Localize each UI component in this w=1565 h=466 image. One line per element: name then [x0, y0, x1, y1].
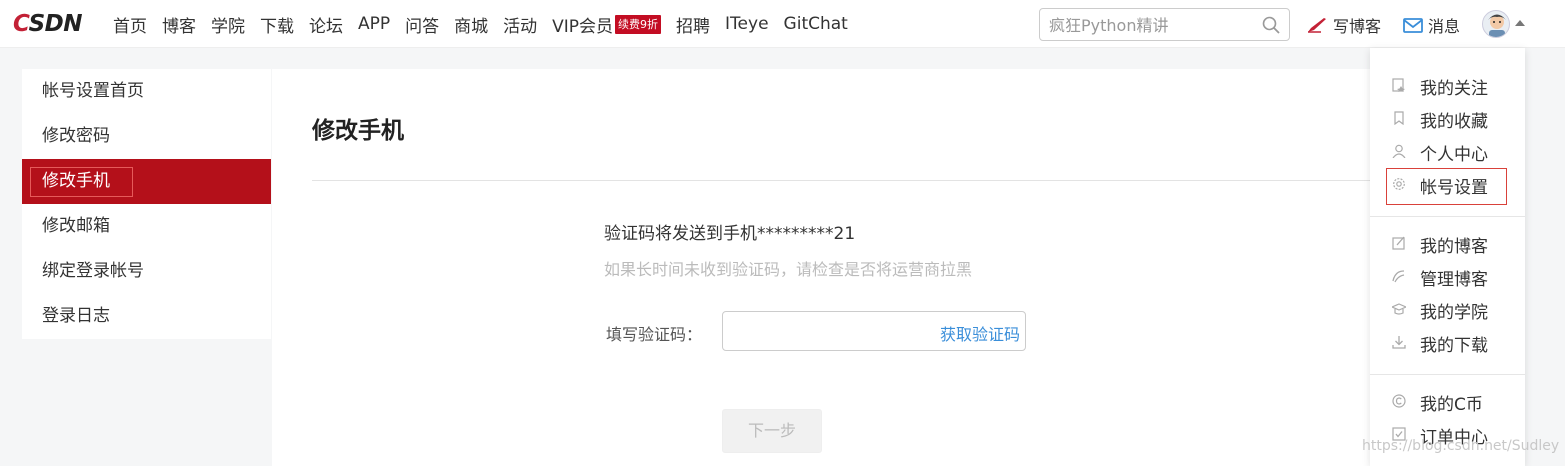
avatar-face-icon — [1488, 14, 1506, 37]
write-blog-button[interactable]: 写博客 — [1307, 13, 1381, 37]
focus-outline — [30, 167, 133, 197]
watermark: https://blog.csdn.net/Sudley — [1362, 438, 1560, 454]
nav-item-app[interactable]: APP — [358, 14, 390, 34]
edit-icon — [1392, 236, 1405, 250]
menu-divider — [1370, 216, 1525, 217]
top-navbar: CSDN 首页 博客 学院 下载 论坛 APP 问答 商城 活动 VIP会员 续… — [0, 0, 1565, 48]
menu-item-label: 我的C币 — [1420, 395, 1483, 415]
nav-item-mall[interactable]: 商城 — [454, 12, 488, 37]
bookmark-icon — [1394, 111, 1404, 125]
nav-item-download[interactable]: 下载 — [260, 12, 294, 37]
get-code-button[interactable]: 获取验证码 — [940, 321, 1020, 345]
sidebar-item-bind-account[interactable]: 绑定登录帐号 — [22, 249, 271, 294]
verification-code-field: 获取验证码 — [722, 311, 1026, 351]
nav-item-forum[interactable]: 论坛 — [309, 12, 343, 37]
menu-item-label: 我的下载 — [1420, 336, 1488, 356]
sidebar-item-login-log[interactable]: 登录日志 — [22, 294, 271, 339]
focus-outline — [1386, 168, 1507, 205]
manage-icon — [1392, 270, 1405, 283]
messages-button[interactable]: 消息 — [1403, 13, 1460, 37]
account-sidebar: 帐号设置首页 修改密码 修改手机 修改邮箱 绑定登录帐号 登录日志 — [22, 69, 271, 339]
menu-item-my-blog[interactable]: 我的博客 — [1370, 228, 1525, 258]
messages-label: 消息 — [1428, 17, 1461, 36]
main-nav: 首页 博客 学院 下载 论坛 APP 问答 商城 活动 VIP会员 续费9折 招… — [113, 0, 863, 48]
menu-item-follow[interactable]: 我的关注 — [1370, 70, 1525, 100]
menu-divider — [1370, 374, 1525, 375]
sidebar-item-change-phone[interactable]: 修改手机 — [22, 159, 271, 204]
sidebar-item-change-email[interactable]: 修改邮箱 — [22, 204, 271, 249]
sms-hint-text: 如果长时间未收到验证码，请检查是否将运营商拉黑 — [604, 260, 973, 279]
nav-item-gitchat[interactable]: GitChat — [784, 14, 848, 34]
menu-item-label: 我的收藏 — [1420, 112, 1488, 132]
nav-item-blog[interactable]: 博客 — [162, 12, 196, 37]
next-step-button[interactable]: 下一步 — [722, 409, 822, 453]
sidebar-item-account-home[interactable]: 帐号设置首页 — [22, 69, 271, 114]
search-input[interactable] — [1049, 15, 1249, 35]
nav-item-jobs[interactable]: 招聘 — [676, 12, 710, 37]
nav-item-qa[interactable]: 问答 — [405, 12, 439, 37]
nav-item-edu[interactable]: 学院 — [211, 12, 245, 37]
verification-code-label: 填写验证码： — [606, 325, 703, 344]
caret-up-icon[interactable] — [1515, 20, 1525, 26]
nav-item-iteye[interactable]: ITeye — [725, 14, 769, 34]
user-icon — [1392, 144, 1406, 158]
menu-item-bookmarks[interactable]: 我的收藏 — [1370, 103, 1525, 133]
menu-item-label: 管理博客 — [1420, 270, 1488, 290]
csdn-logo[interactable]: CSDN — [13, 11, 82, 37]
follow-icon — [1392, 78, 1405, 92]
menu-item-profile[interactable]: 个人中心 — [1370, 136, 1525, 166]
search-icon[interactable] — [1262, 16, 1280, 34]
nav-item-events[interactable]: 活动 — [503, 12, 537, 37]
verification-code-input[interactable] — [733, 321, 923, 343]
page-title: 修改手机 — [312, 118, 404, 144]
sidebar-item-change-password[interactable]: 修改密码 — [22, 114, 271, 159]
menu-item-label: 我的关注 — [1420, 79, 1488, 99]
divider — [312, 180, 1372, 181]
nav-item-home[interactable]: 首页 — [113, 12, 147, 37]
menu-item-my-coins[interactable]: 我的C币 — [1370, 386, 1525, 416]
graduation-cap-icon — [1392, 303, 1406, 315]
avatar[interactable] — [1482, 10, 1510, 38]
menu-item-label: 我的博客 — [1420, 237, 1488, 257]
nav-item-vip[interactable]: VIP会员 续费9折 — [552, 12, 662, 37]
write-blog-label: 写博客 — [1333, 17, 1382, 36]
menu-item-manage-blog[interactable]: 管理博客 — [1370, 261, 1525, 291]
nav-vip-label: VIP会员 — [552, 16, 614, 37]
menu-item-my-academy[interactable]: 我的学院 — [1370, 294, 1525, 324]
main-panel: 修改手机 验证码将发送到手机*********21 如果长时间未收到验证码，请检… — [272, 69, 1412, 466]
coin-icon — [1392, 394, 1406, 408]
download-icon — [1392, 336, 1406, 349]
vip-discount-badge: 续费9折 — [615, 14, 662, 34]
search-box — [1039, 8, 1290, 41]
menu-item-my-downloads[interactable]: 我的下载 — [1370, 327, 1525, 357]
pen-icon — [1308, 18, 1326, 33]
menu-item-label: 个人中心 — [1420, 145, 1488, 165]
menu-item-label: 我的学院 — [1420, 303, 1488, 323]
envelope-icon — [1403, 17, 1423, 33]
user-dropdown-menu: 我的关注 我的收藏 个人中心 帐号设置 我的博客 管理博客 我的学院 我的下载 … — [1370, 48, 1525, 466]
sms-sent-text: 验证码将发送到手机*********21 — [604, 224, 856, 244]
